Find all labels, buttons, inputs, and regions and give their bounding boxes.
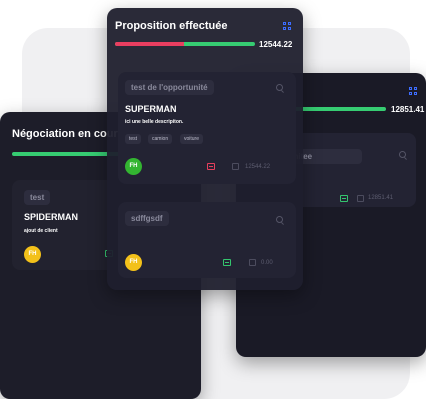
tag-chip: camion — [148, 134, 173, 144]
deal-description: ici une belle descripiton. — [125, 119, 184, 125]
deal-card[interactable]: test de l'opportunité SUPERMAN ici une b… — [118, 72, 296, 184]
search-icon[interactable] — [276, 216, 283, 223]
calculator-icon — [340, 195, 348, 202]
deal-amount: 0.00 — [261, 260, 273, 266]
deal-card[interactable]: sdffgsdf FH 0.00 — [118, 202, 296, 278]
money-icon — [357, 195, 364, 202]
column-title: Proposition effectuée — [115, 20, 228, 32]
avatar[interactable]: FH — [125, 158, 142, 175]
column-total-amount: 12851.41 — [391, 105, 425, 114]
deal-name: SUPERMAN — [125, 104, 177, 114]
pipeline-column-center: Proposition effectuée 12544.22 test de l… — [107, 8, 303, 290]
deal-title: test de l'opportunité — [125, 80, 214, 95]
search-icon[interactable] — [399, 151, 406, 158]
avatar[interactable]: FH — [24, 246, 41, 263]
money-icon — [232, 163, 239, 170]
deal-title: test — [24, 190, 51, 205]
money-icon — [249, 259, 256, 266]
deal-amount: 12544.22 — [245, 164, 271, 170]
deal-title: sdffgsdf — [125, 211, 169, 226]
deal-name: SPIDERMAN — [24, 212, 79, 222]
calculator-icon — [223, 259, 231, 266]
column-progress-bar — [115, 42, 255, 46]
deal-amount: 12851.41 — [368, 195, 394, 201]
tag-chip: test — [125, 134, 142, 144]
avatar[interactable]: FH — [125, 254, 142, 271]
search-icon[interactable] — [276, 84, 283, 91]
calculator-icon — [207, 163, 215, 170]
grid-view-icon[interactable] — [409, 87, 418, 96]
deal-description: ajout de client — [24, 228, 58, 234]
progress-red-segment — [115, 42, 184, 46]
column-total-amount: 12544.22 — [259, 40, 293, 49]
tag-chip: voiture — [180, 134, 204, 144]
grid-view-icon[interactable] — [283, 22, 292, 31]
